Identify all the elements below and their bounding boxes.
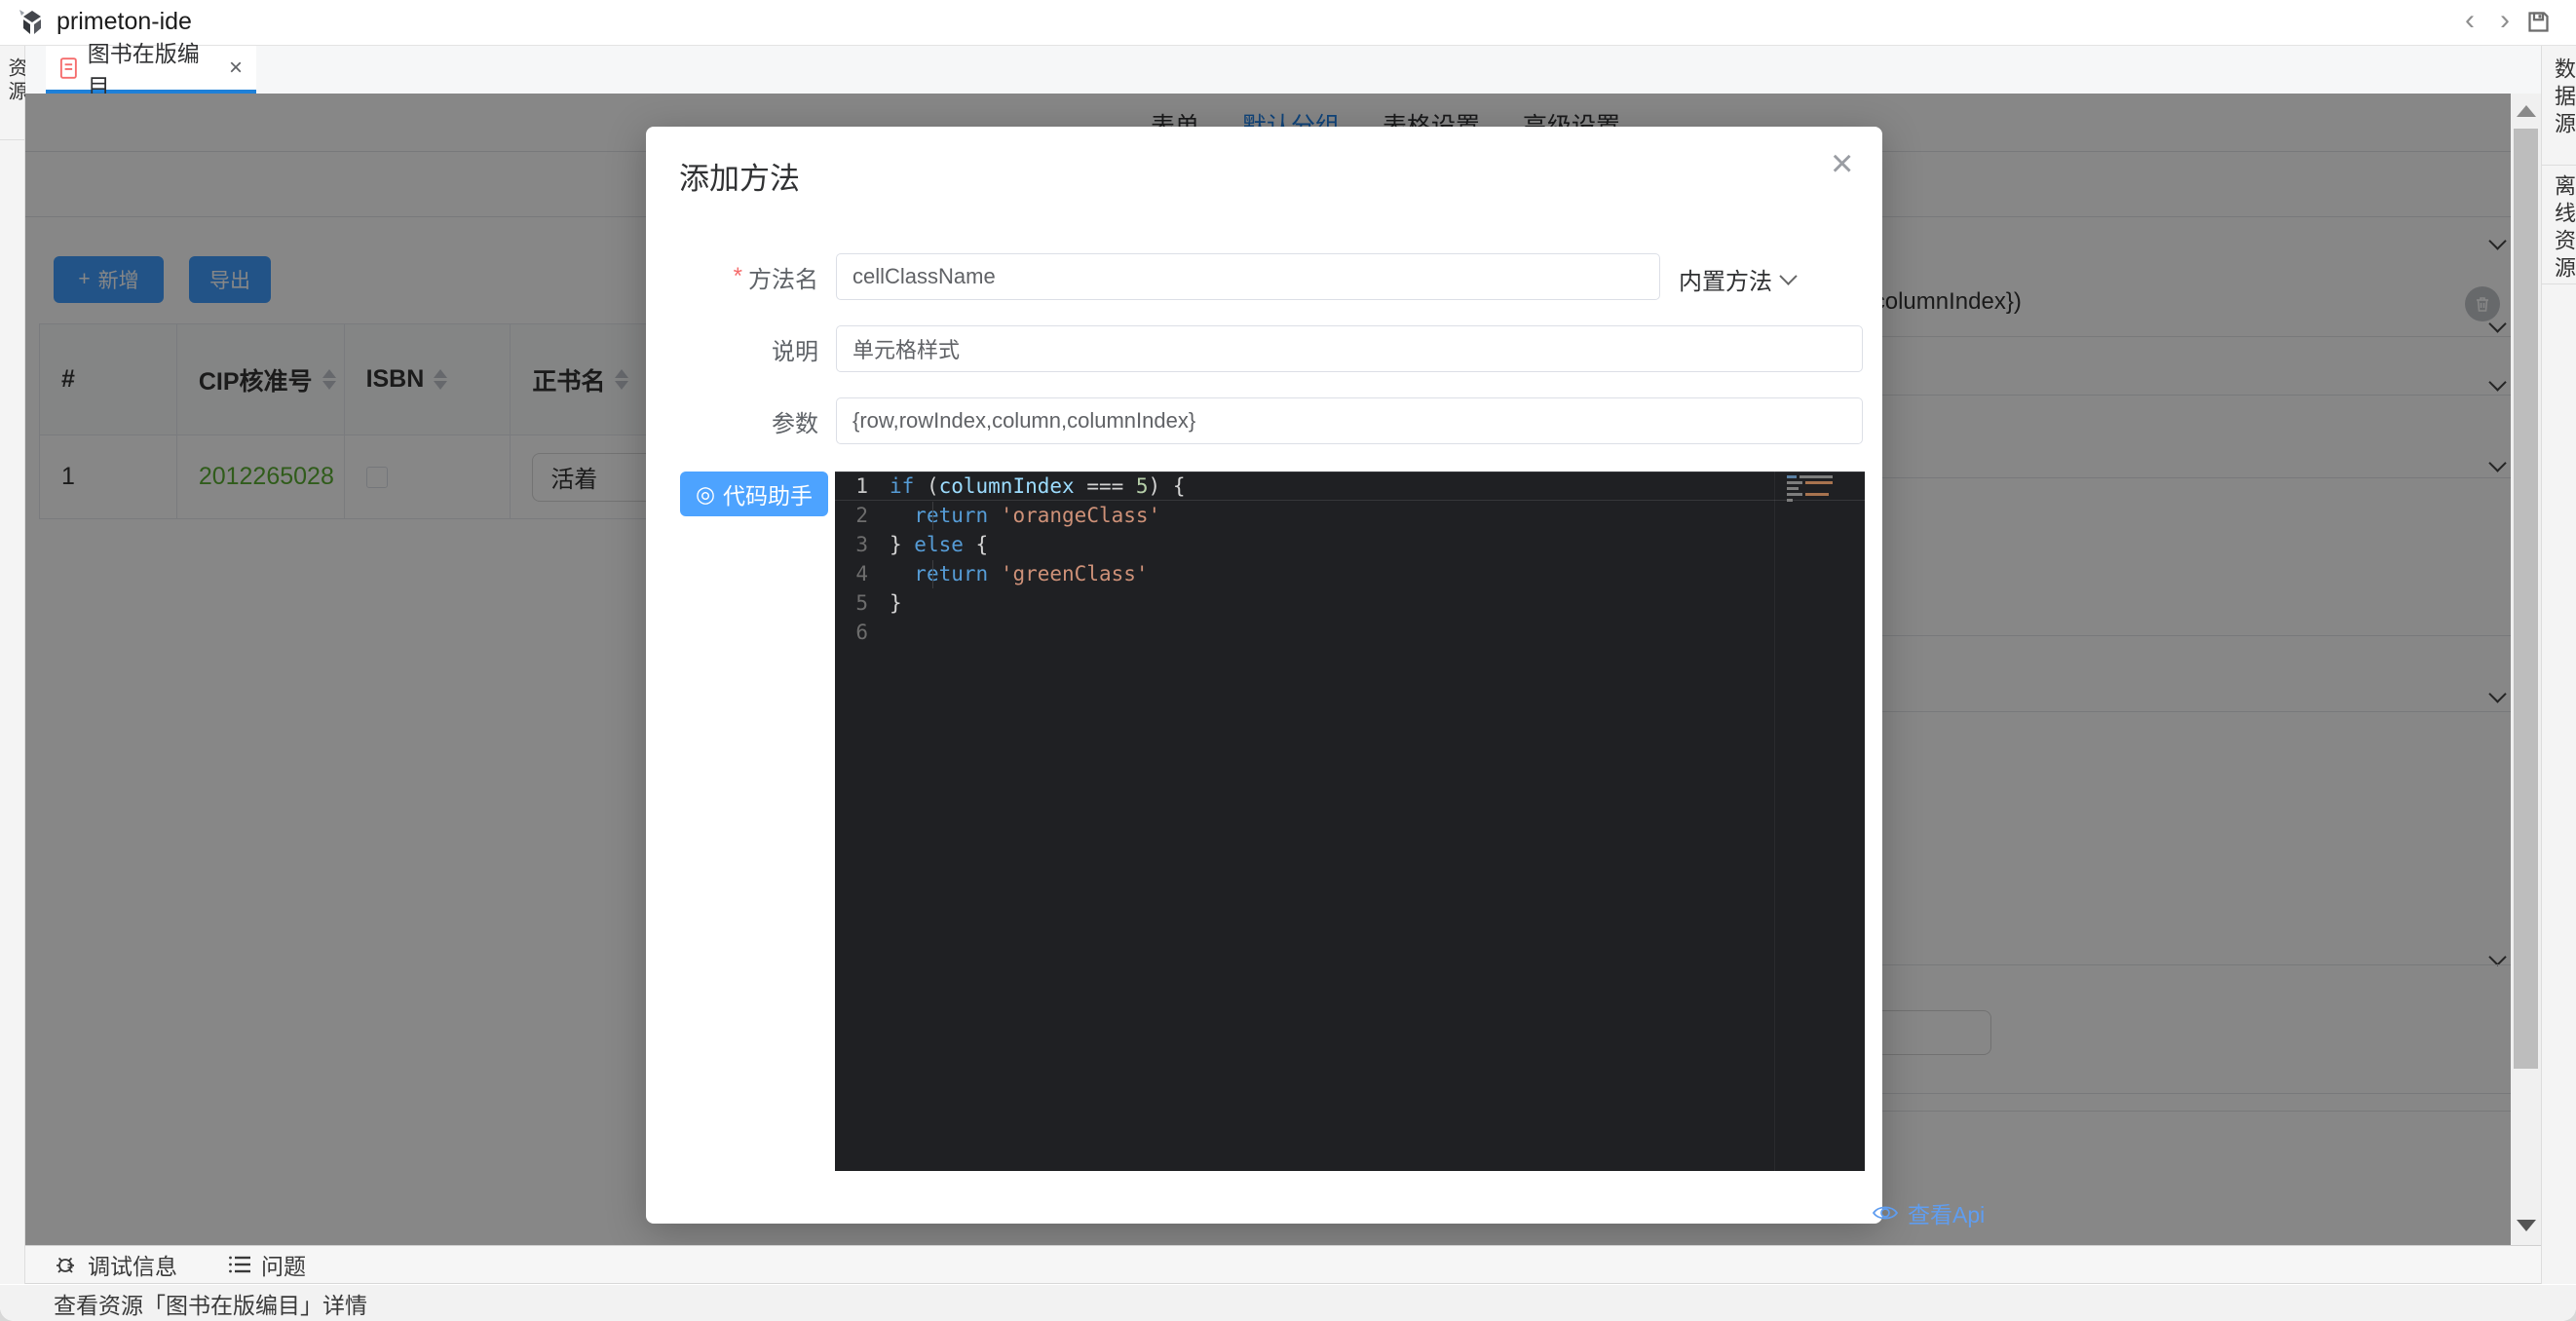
- method-name-label: * 方法名: [646, 253, 818, 300]
- right-rail-item-offline-resources[interactable]: 离线资源: [2548, 174, 2576, 283]
- builtin-method-dropdown[interactable]: 内置方法: [1679, 262, 1795, 296]
- nav-back-icon[interactable]: ‹: [2455, 4, 2484, 37]
- save-icon[interactable]: [2525, 9, 2552, 35]
- bug-icon: [55, 1253, 78, 1276]
- tab-bar: 图书在版编目 ×: [25, 46, 2541, 94]
- target-icon: ◎: [696, 481, 715, 508]
- problems-button[interactable]: 问题: [228, 1248, 306, 1281]
- indent-guide: [932, 560, 933, 588]
- minimap-divider: [1774, 472, 1775, 1171]
- workspace: 表单 默认分组 表格设置 高级设置 + 新增 导出 # CIP核准号: [25, 94, 2511, 1245]
- dialog-close-icon[interactable]: ×: [1831, 144, 1853, 183]
- rail-divider: [2542, 165, 2576, 166]
- indent-guide: [932, 502, 933, 530]
- code-assistant-button[interactable]: ◎ 代码助手: [680, 472, 828, 516]
- scroll-up-icon[interactable]: [2517, 105, 2536, 117]
- app-window: primeton-ide ‹ › 资源 数据源 离线资源 图书在版编目 ×: [0, 0, 2576, 1321]
- document-icon: [59, 57, 78, 80]
- chevron-down-icon: [1779, 267, 1797, 284]
- code-line[interactable]: 5}: [835, 588, 1865, 618]
- description-label: 说明: [646, 325, 818, 372]
- title-bar: primeton-ide ‹ ›: [0, 0, 2576, 46]
- code-line[interactable]: 2 return 'orangeClass': [835, 501, 1865, 530]
- status-text: 查看资源「图书在版编目」详情: [54, 1287, 367, 1320]
- description-input[interactable]: [836, 325, 1863, 372]
- rail-divider: [0, 139, 25, 140]
- form-row-description: 说明: [646, 325, 1882, 372]
- app-logo-icon: [18, 9, 47, 38]
- scroll-down-icon[interactable]: [2517, 1220, 2536, 1231]
- params-label: 参数: [646, 397, 818, 444]
- debug-info-button[interactable]: 调试信息: [55, 1248, 177, 1281]
- code-editor[interactable]: 1if (columnIndex === 5) {2 return 'orang…: [835, 472, 1865, 1171]
- view-api-link[interactable]: 查看Api: [1873, 1196, 1985, 1229]
- form-row-params: 参数: [646, 397, 1882, 444]
- status-bar: 查看资源「图书在版编目」详情: [0, 1285, 2576, 1321]
- tab-close-icon[interactable]: ×: [229, 58, 243, 78]
- code-lines: 1if (columnIndex === 5) {2 return 'orang…: [835, 472, 1865, 647]
- left-rail: 资源: [0, 46, 25, 1284]
- app-title: primeton-ide: [57, 8, 192, 36]
- bottom-panel-bar: 调试信息 问题: [25, 1245, 2541, 1284]
- params-input[interactable]: [836, 397, 1863, 444]
- code-line[interactable]: 4 return 'greenClass': [835, 559, 1865, 588]
- add-method-dialog: 添加方法 × * 方法名 内置方法 说明: [646, 127, 1882, 1224]
- dialog-title: 添加方法: [679, 154, 800, 198]
- rail-divider: [2542, 283, 2576, 284]
- code-line[interactable]: 3} else {: [835, 530, 1865, 559]
- required-mark: *: [734, 263, 742, 290]
- eye-icon: [1873, 1203, 1898, 1223]
- minimap[interactable]: [1787, 475, 1847, 505]
- right-rail-item-datasource[interactable]: 数据源: [2548, 57, 2576, 139]
- tab-book-cip[interactable]: 图书在版编目 ×: [46, 46, 256, 94]
- tab-label: 图书在版编目: [88, 35, 213, 101]
- nav-forward-icon[interactable]: ›: [2490, 4, 2519, 37]
- form-row-method-name: * 方法名 内置方法: [646, 253, 1882, 300]
- code-line[interactable]: 6: [835, 618, 1865, 647]
- list-icon: [228, 1254, 251, 1275]
- scrollbar-thumb[interactable]: [2514, 129, 2538, 1069]
- vertical-scrollbar[interactable]: [2511, 94, 2541, 1245]
- method-name-input[interactable]: [836, 253, 1660, 300]
- code-line[interactable]: 1if (columnIndex === 5) {: [835, 472, 1865, 501]
- right-rail: 数据源 离线资源: [2541, 46, 2576, 1284]
